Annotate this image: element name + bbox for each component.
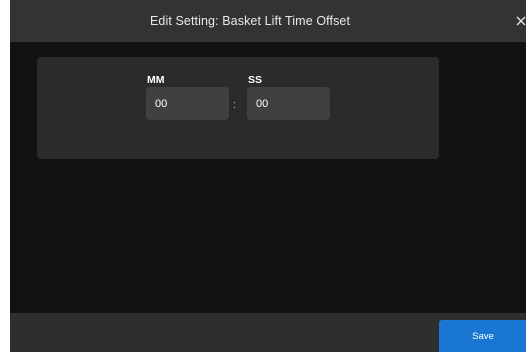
close-button[interactable] — [514, 11, 526, 31]
seconds-label: SS — [248, 74, 263, 86]
save-button[interactable]: Save — [439, 320, 526, 352]
close-icon — [516, 16, 526, 26]
seconds-input[interactable] — [247, 87, 330, 120]
dialog-header: Edit Setting: Basket Lift Time Offset — [10, 0, 526, 42]
dialog-footer: Save — [10, 313, 526, 352]
dialog-title: Edit Setting: Basket Lift Time Offset — [149, 14, 351, 28]
minutes-label: MM — [147, 74, 165, 86]
minutes-input[interactable] — [146, 87, 229, 120]
time-offset-panel: MM : SS — [37, 57, 439, 159]
time-separator: : — [233, 99, 237, 111]
edit-setting-dialog: Edit Setting: Basket Lift Time Offset MM… — [10, 0, 526, 352]
